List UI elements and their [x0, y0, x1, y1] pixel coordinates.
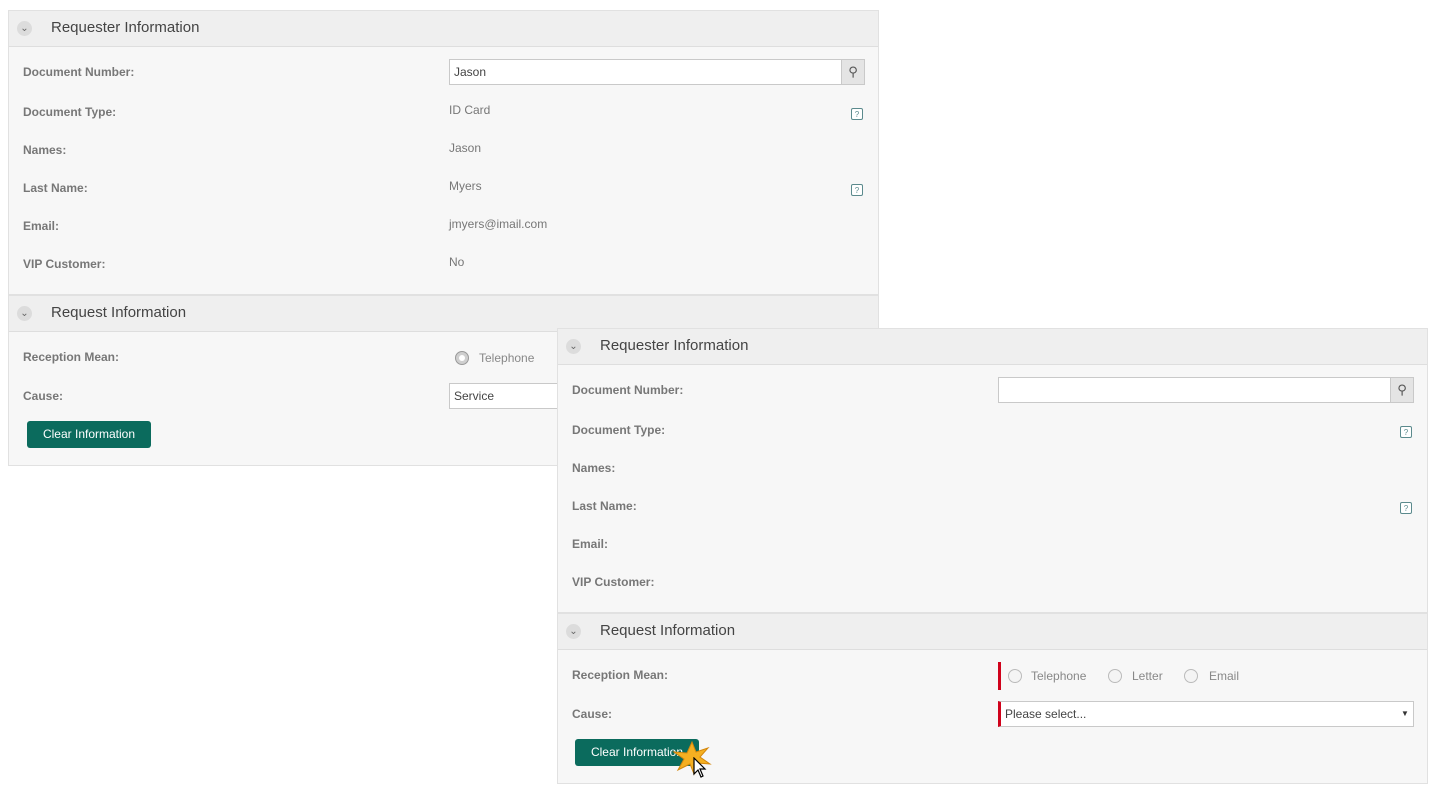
field-label: Cause:	[23, 389, 64, 403]
field-label: Last Name:	[23, 181, 88, 195]
doc-number-row: Document Number: ⚲	[558, 377, 1427, 405]
field-label: Document Type:	[572, 423, 666, 437]
field-label: Names:	[23, 143, 67, 157]
email-row: Email: jmyers@imail.com	[9, 213, 878, 241]
request-header[interactable]: ⌄ Request Information	[9, 296, 878, 332]
field-label: Cause:	[572, 707, 613, 721]
field-label: Last Name:	[572, 499, 637, 513]
doc-type-value: ID Card	[449, 103, 491, 117]
field-label: Document Type:	[23, 105, 117, 119]
last-name-row: Last Name: Myers ?	[9, 175, 878, 203]
field-label: Email:	[572, 537, 609, 551]
names-row: Names: Jason	[9, 137, 878, 165]
chevron-down-icon[interactable]: ⌄	[17, 21, 32, 36]
required-indicator	[998, 662, 1001, 690]
field-label: Email:	[23, 219, 60, 233]
field-label: Document Number:	[23, 65, 135, 79]
vip-value: No	[449, 255, 465, 269]
doc-number-input[interactable]: Jason	[449, 59, 842, 85]
request-header[interactable]: ⌄ Request Information	[558, 614, 1427, 650]
doc-type-row: Document Type: ?	[558, 417, 1427, 445]
radio-label: Telephone	[1031, 669, 1087, 683]
radio-label: Telephone	[479, 351, 535, 365]
last-name-value: Myers	[449, 179, 482, 193]
cause-select[interactable]: Please select...	[998, 701, 1414, 727]
clear-information-button[interactable]: Clear Information	[27, 421, 151, 448]
help-icon[interactable]: ?	[1400, 426, 1412, 438]
email-value: jmyers@imail.com	[449, 217, 548, 231]
help-icon[interactable]: ?	[1400, 502, 1412, 514]
requester-panel-before: ⌄ Requester Information Document Number:…	[8, 10, 879, 295]
field-label: VIP Customer:	[572, 575, 655, 589]
chevron-down-icon[interactable]: ⌄	[566, 624, 581, 639]
last-name-row: Last Name: ?	[558, 493, 1427, 521]
requester-header[interactable]: ⌄ Requester Information	[9, 11, 878, 47]
letter-radio[interactable]	[1108, 669, 1122, 683]
doc-type-row: Document Type: ID Card ?	[9, 99, 878, 127]
chevron-down-icon[interactable]: ⌄	[17, 306, 32, 321]
chevron-down-icon[interactable]: ⌄	[566, 339, 581, 354]
telephone-radio[interactable]	[455, 351, 469, 365]
doc-number-row: Document Number: Jason ⚲	[9, 59, 878, 87]
names-row: Names:	[558, 455, 1427, 483]
vip-row: VIP Customer: No	[9, 251, 878, 279]
email-radio[interactable]	[1184, 669, 1198, 683]
section-title: Request Information	[600, 622, 736, 639]
field-label: Names:	[572, 461, 616, 475]
search-icon[interactable]: ⚲	[841, 59, 865, 85]
requester-panel-after: ⌄ Requester Information Document Number:…	[557, 328, 1428, 613]
radio-label: Email	[1209, 669, 1240, 683]
help-icon[interactable]: ?	[851, 184, 863, 196]
reception-row: Reception Mean: Telephone Letter Email	[558, 662, 1427, 690]
radio-label: Letter	[1132, 669, 1163, 683]
field-label: Document Number:	[572, 383, 684, 397]
field-label: Reception Mean:	[23, 350, 120, 364]
dropdown-caret-icon[interactable]: ▼	[1401, 709, 1409, 718]
help-icon[interactable]: ?	[851, 108, 863, 120]
requester-header[interactable]: ⌄ Requester Information	[558, 329, 1427, 365]
cause-row: Cause: Please select... ▼	[558, 701, 1427, 729]
telephone-radio[interactable]	[1008, 669, 1022, 683]
names-value: Jason	[449, 141, 482, 155]
mouse-cursor-icon	[693, 757, 707, 778]
vip-row: VIP Customer:	[558, 569, 1427, 597]
doc-number-input[interactable]	[998, 377, 1391, 403]
section-title: Request Information	[51, 304, 187, 321]
email-row: Email:	[558, 531, 1427, 559]
section-title: Requester Information	[600, 337, 749, 354]
field-label: VIP Customer:	[23, 257, 106, 271]
section-title: Requester Information	[51, 19, 200, 36]
search-icon[interactable]: ⚲	[1390, 377, 1414, 403]
field-label: Reception Mean:	[572, 668, 669, 682]
